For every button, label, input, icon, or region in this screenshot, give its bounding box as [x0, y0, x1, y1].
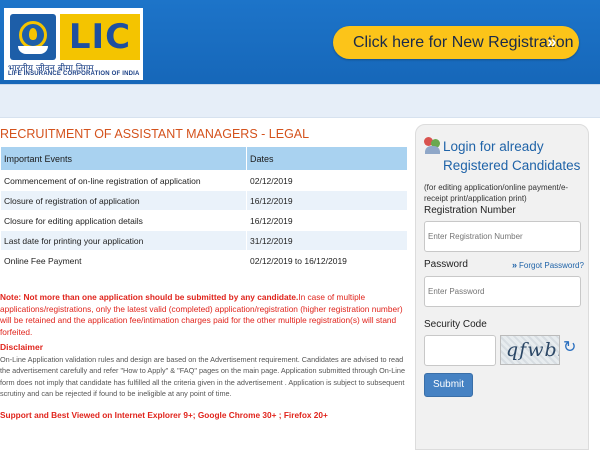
- page-title: RECRUITMENT OF ASSISTANT MANAGERS - LEGA…: [0, 127, 310, 141]
- event-cell: Closure for editing application details: [0, 210, 247, 231]
- security-code-input[interactable]: [424, 335, 496, 366]
- important-events-table: Important Events Dates Commencement of o…: [0, 146, 408, 271]
- browser-support-text: Support and Best Viewed on Internet Expl…: [0, 410, 328, 420]
- logo-text: LIC: [60, 14, 140, 60]
- registration-number-input[interactable]: [424, 221, 581, 252]
- date-cell: 02/12/2019: [246, 170, 408, 191]
- multiple-application-note: Note: Not more than one application shou…: [0, 292, 408, 338]
- login-title: Login for already Registered Candidates: [443, 139, 581, 173]
- table-row: Last date for printing your application …: [0, 230, 408, 251]
- security-code-label: Security Code: [424, 319, 487, 330]
- captcha-image: qfwbb: [500, 335, 560, 365]
- disclaimer-heading: Disclaimer: [0, 342, 43, 352]
- table-row: Online Fee Payment 02/12/2019 to 16/12/2…: [0, 250, 408, 271]
- forgot-password-link[interactable]: » Forgot Password?: [512, 260, 584, 270]
- login-subtitle: (for editing application/online payment/…: [424, 183, 569, 203]
- event-cell: Closure of registration of application: [0, 190, 247, 211]
- date-cell: 31/12/2019: [246, 230, 408, 251]
- refresh-captcha-icon[interactable]: ↻: [563, 337, 576, 357]
- table-row: Closure for editing application details …: [0, 210, 408, 231]
- date-cell: 02/12/2019 to 16/12/2019: [246, 250, 408, 271]
- sub-header-band: [0, 84, 600, 118]
- password-label: Password: [424, 259, 468, 270]
- double-chevron-right-icon: »: [547, 32, 557, 51]
- date-cell: 16/12/2019: [246, 210, 408, 231]
- registration-number-label: Registration Number: [424, 205, 516, 216]
- header-bar: LIC भारतीय जीवन बीमा निगम LIFE INSURANCE…: [0, 0, 600, 84]
- captcha-text: qfwbb: [506, 339, 559, 361]
- logo-english-text: LIFE INSURANCE CORPORATION OF INDIA: [8, 71, 140, 77]
- lic-logo[interactable]: LIC भारतीय जीवन बीमा निगम LIFE INSURANCE…: [4, 8, 143, 80]
- table-row: Closure of registration of application 1…: [0, 190, 408, 211]
- column-header-dates: Dates: [246, 146, 408, 171]
- table-header-row: Important Events Dates: [0, 146, 408, 171]
- date-cell: 16/12/2019: [246, 190, 408, 211]
- lic-emblem-icon: [10, 14, 56, 60]
- login-panel: Login for already Registered Candidates …: [415, 124, 589, 450]
- disclaimer-text: On-Line Application validation rules and…: [0, 355, 406, 398]
- column-header-events: Important Events: [0, 146, 247, 171]
- table-row: Commencement of on-line registration of …: [0, 170, 408, 191]
- event-cell: Last date for printing your application: [0, 230, 247, 251]
- note-bold-text: Note: Not more than one application shou…: [0, 292, 299, 302]
- submit-button[interactable]: Submit: [424, 373, 473, 397]
- forgot-password-label: Forgot Password?: [519, 261, 584, 270]
- event-cell: Commencement of on-line registration of …: [0, 170, 247, 191]
- password-input[interactable]: [424, 276, 581, 307]
- new-registration-label: Click here for New Registration: [353, 34, 574, 51]
- new-registration-button[interactable]: Click here for New Registration »: [333, 26, 579, 59]
- double-chevron-right-icon: »: [512, 260, 518, 270]
- event-cell: Online Fee Payment: [0, 250, 247, 271]
- users-icon: [424, 137, 442, 155]
